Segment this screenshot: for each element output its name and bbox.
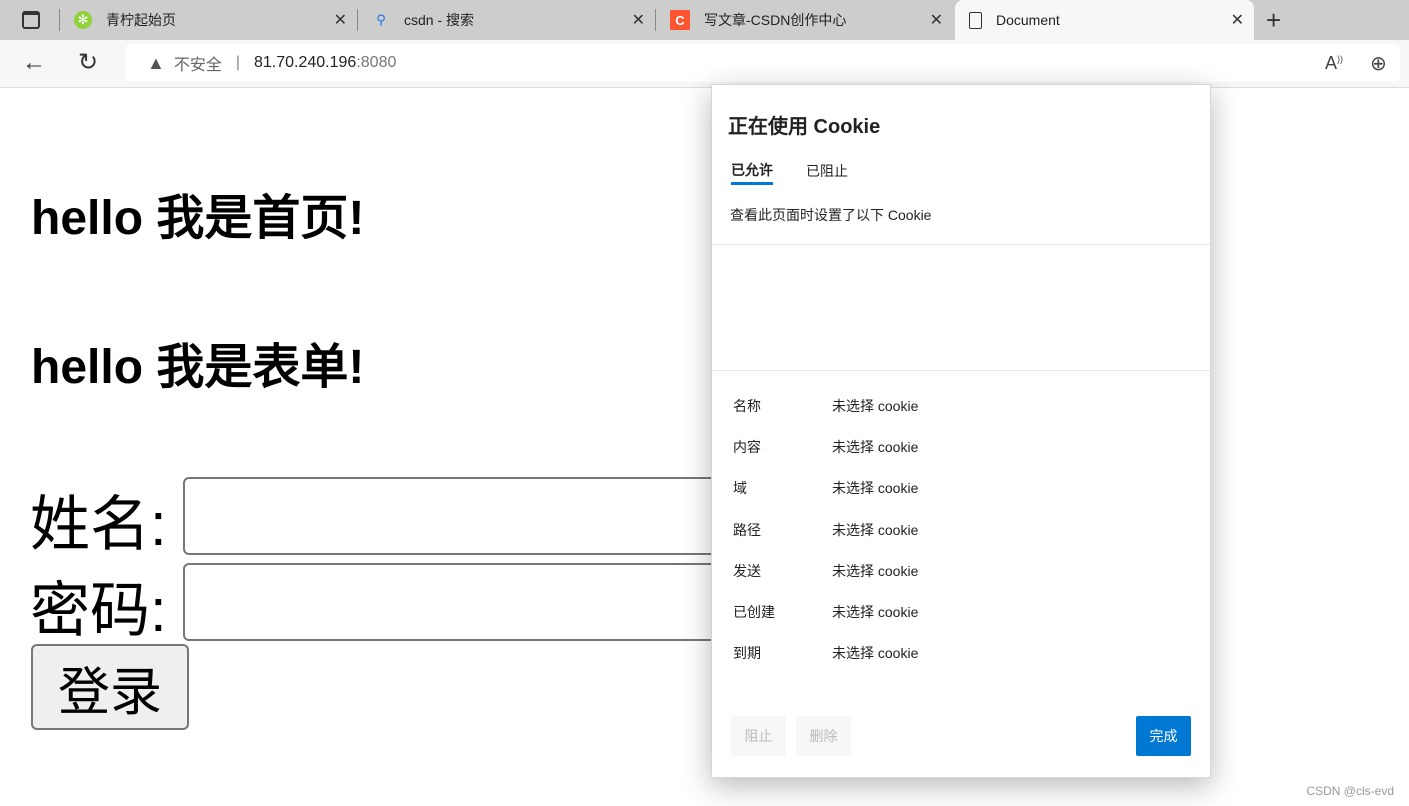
cookie-field-row: 到期 未选择 cookie <box>733 643 918 663</box>
close-icon[interactable]: ✕ <box>1231 10 1244 30</box>
tab-title: csdn - 搜索 <box>404 12 475 28</box>
cookie-popup: 正在使用 Cookie 已允许 已阻止 查看此页面时设置了以下 Cookie 名… <box>711 84 1211 778</box>
password-input[interactable] <box>183 563 803 641</box>
tab-blocked[interactable]: 已阻止 <box>806 161 848 181</box>
done-button[interactable]: 完成 <box>1136 716 1191 756</box>
field-value: 未选择 cookie <box>832 398 919 414</box>
divider <box>712 370 1210 371</box>
close-icon[interactable]: ✕ <box>632 10 645 30</box>
not-secure-label[interactable]: 不安全 <box>174 51 222 75</box>
field-value: 未选择 cookie <box>832 604 919 620</box>
tab-qingning[interactable]: ✻ 青柠起始页 ✕ <box>60 0 357 40</box>
cookie-field-row: 名称 未选择 cookie <box>733 396 918 416</box>
tab-actions-icon[interactable] <box>22 11 40 29</box>
popup-description: 查看此页面时设置了以下 Cookie <box>730 207 932 223</box>
heading-home: hello 我是首页! <box>31 192 365 245</box>
tab-title: 写文章-CSDN创作中心 <box>704 12 847 28</box>
popup-title: 正在使用 Cookie <box>728 116 881 138</box>
divider: | <box>235 54 240 71</box>
field-value: 未选择 cookie <box>832 480 919 497</box>
tab-label: 已阻止 <box>806 163 848 179</box>
cookie-field-row: 域 未选择 cookie <box>733 478 918 498</box>
field-value: 未选择 cookie <box>832 439 919 456</box>
refresh-button[interactable]: ↻ <box>78 48 98 77</box>
password-label: 密码: <box>30 577 167 644</box>
tab-title: 青柠起始页 <box>106 12 176 28</box>
cookie-field-row: 已创建 未选择 cookie <box>733 602 918 622</box>
watermark: CSDN @cls-evd <box>1306 784 1394 798</box>
name-input[interactable] <box>183 477 803 555</box>
csdn-icon: C <box>670 10 690 30</box>
field-value: 未选择 cookie <box>832 645 919 662</box>
cookie-list[interactable] <box>712 245 1210 370</box>
read-aloud-icon[interactable]: A)) <box>1325 53 1343 74</box>
tab-csdn-write[interactable]: C 写文章-CSDN创作中心 ✕ <box>656 0 953 40</box>
field-value: 未选择 cookie <box>832 521 919 538</box>
zoom-icon[interactable]: ⊕ <box>1370 51 1387 76</box>
field-label: 发送 <box>733 562 761 579</box>
document-icon <box>969 11 982 29</box>
block-button[interactable]: 阻止 <box>731 716 786 756</box>
url-host: 81.70.240.196 <box>254 54 357 71</box>
tab-document[interactable]: Document ✕ <box>955 0 1254 40</box>
lime-icon: ✻ <box>74 11 92 29</box>
tab-allowed[interactable]: 已允许 <box>731 160 773 185</box>
field-label: 内容 <box>733 439 761 456</box>
field-value: 未选择 cookie <box>832 562 919 579</box>
field-label: 到期 <box>733 645 761 662</box>
heading-form: hello 我是表单! <box>31 341 365 394</box>
back-button[interactable]: ← <box>22 49 46 77</box>
close-icon[interactable]: ✕ <box>930 10 943 30</box>
field-label: 名称 <box>733 398 761 414</box>
search-icon: ⚲ <box>376 12 386 27</box>
toolbar: ← ↻ ▲ 不安全 | 81.70.240.196:8080 A)) ⊕ <box>0 40 1409 88</box>
close-icon[interactable]: ✕ <box>334 10 347 30</box>
cookie-field-row: 内容 未选择 cookie <box>733 437 918 457</box>
warning-icon[interactable]: ▲ <box>147 53 165 74</box>
url-port: :8080 <box>356 54 397 71</box>
tab-csdn-search[interactable]: ⚲ csdn - 搜索 ✕ <box>358 0 655 40</box>
login-button[interactable]: 登录 <box>31 644 189 730</box>
cookie-field-row: 发送 未选择 cookie <box>733 561 918 581</box>
tab-label: 已允许 <box>731 162 773 178</box>
name-label: 姓名: <box>30 491 167 558</box>
cookie-field-row: 路径 未选择 cookie <box>733 520 918 540</box>
tab-bar: ✻ 青柠起始页 ✕ ⚲ csdn - 搜索 ✕ C 写文章-CSDN创作中心 ✕… <box>0 0 1409 40</box>
field-label: 路径 <box>733 521 761 538</box>
delete-button[interactable]: 删除 <box>796 716 851 756</box>
address-bar[interactable]: ▲ 不安全 | 81.70.240.196:8080 <box>125 44 1400 82</box>
tab-title: Document <box>996 12 1060 28</box>
new-tab-button[interactable]: + <box>1266 5 1281 36</box>
field-label: 已创建 <box>733 604 775 620</box>
field-label: 域 <box>733 480 747 497</box>
